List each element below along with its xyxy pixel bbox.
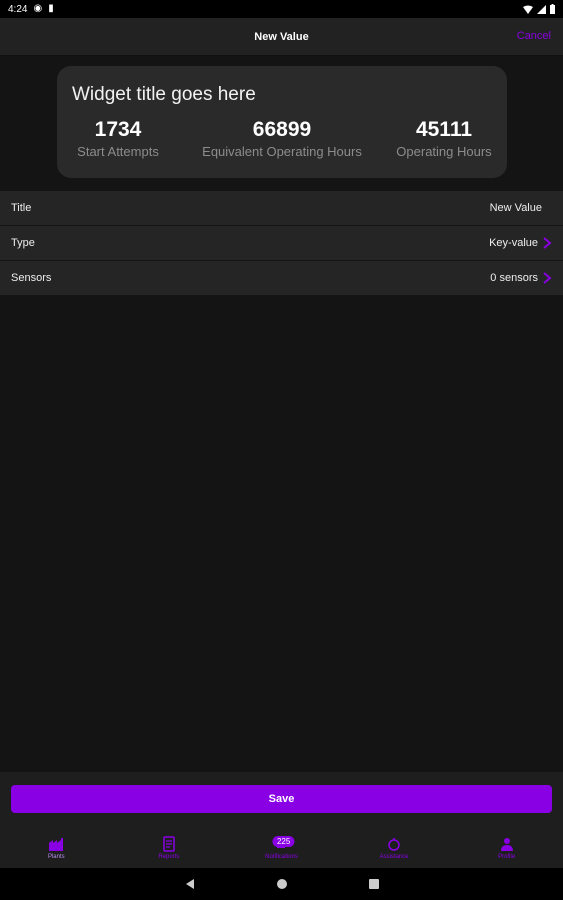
tab-assistance[interactable]: Assistance [338,822,451,868]
kv-item-start-attempts: 1734 Start Attempts [77,118,159,159]
status-bar: 4:24 ◉ ▮ [0,0,563,18]
home-circle-icon [276,879,287,889]
tab-label: Notifications [265,854,298,860]
app-notification-icon: ◉ [33,3,43,14]
chevron-right-icon [543,272,552,284]
sensors-row[interactable]: Sensors 0 sensors [0,261,563,296]
chevron-right-icon [543,237,552,249]
kv-item-operating-hours: 45111 Operating Hours [396,118,491,159]
kv-value: 66899 [252,118,312,141]
home-button[interactable] [275,877,289,891]
bottom-tab-bar: Plants Reports 225 Notifications Assista… [0,822,563,868]
cancel-button[interactable]: Cancel [517,30,551,42]
system-navigation-bar [0,868,563,900]
kv-value: 45111 [415,118,473,141]
widget-preview-area: Widget title goes here 1734 Start Attemp… [0,56,563,191]
tab-label: Plants [47,854,65,860]
sensors-row-value: 0 sensors [490,272,538,284]
type-row[interactable]: Type Key-value [0,226,563,261]
title-row[interactable]: Title New Value [0,191,563,226]
sensors-row-label: Sensors [11,272,52,284]
status-time: 4:24 [8,3,28,15]
sim-card-icon: ▮ [48,3,54,14]
kv-label: Start Attempts [77,144,159,159]
app-header: New Value Cancel [0,18,563,56]
signal-icon [537,4,546,14]
plants-icon [49,838,64,851]
tab-notifications[interactable]: 225 Notifications [225,822,338,868]
recents-square-icon [368,879,379,889]
tab-profile[interactable]: Profile [450,822,563,868]
type-row-label: Type [11,237,35,249]
tab-label: Profile [498,854,516,860]
wifi-icon [523,5,533,14]
assistance-icon [388,838,400,851]
back-triangle-icon [185,879,194,889]
title-row-value[interactable]: New Value [490,202,542,214]
widget-title: Widget title goes here [72,84,256,105]
reports-icon [163,836,175,852]
notification-count-badge: 225 [272,836,295,847]
page-title: New Value [254,30,309,43]
tab-plants[interactable]: Plants [0,822,113,868]
kv-label: Equivalent Operating Hours [202,144,362,159]
type-row-value: Key-value [489,237,538,249]
widget-preview-card: Widget title goes here 1734 Start Attemp… [57,66,507,178]
save-area: Save [0,772,563,822]
back-button[interactable] [183,877,197,891]
tab-label: Assistance [379,854,409,860]
title-row-label: Title [11,202,32,214]
profile-icon [500,838,513,851]
tab-label: Reports [158,854,180,860]
kv-label: Operating Hours [396,144,492,159]
kv-value: 1734 [94,118,142,141]
tab-reports[interactable]: Reports [113,822,226,868]
kv-item-equivalent-operating-hours: 66899 Equivalent Operating Hours [202,118,362,159]
recents-button[interactable] [367,877,381,891]
widget-settings-list: Title New Value Type Key-value Sensors 0… [0,191,563,296]
save-button[interactable]: Save [11,785,552,813]
battery-icon [550,4,555,14]
